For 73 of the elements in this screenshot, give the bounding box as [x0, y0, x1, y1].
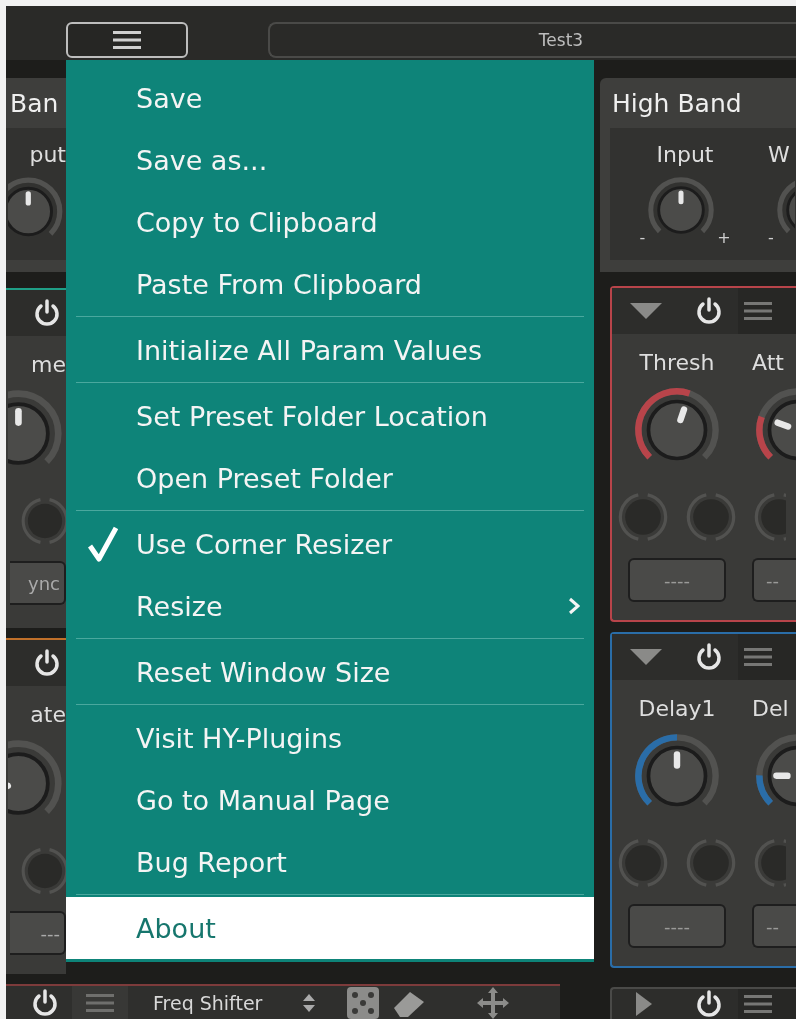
menu-icon [744, 647, 772, 667]
knob-label: Att [752, 350, 784, 376]
min-label: - [768, 230, 774, 246]
menu-item-label: Paste From Clipboard [136, 268, 422, 300]
menu-item[interactable]: Reset Window Size [66, 641, 594, 703]
menu-item-label: Visit HY-Plugins [136, 722, 343, 754]
menu-item-label: Reset Window Size [136, 656, 391, 688]
mod-button[interactable]: -- [752, 558, 796, 602]
mod-knob[interactable] [684, 836, 738, 890]
menu-item-label: Save [136, 82, 203, 114]
mod-knob[interactable] [19, 845, 66, 897]
menu-item[interactable]: Open Preset Folder [66, 447, 594, 509]
mod-knob[interactable] [684, 490, 738, 544]
power-icon[interactable] [694, 642, 724, 672]
knob-label: put [29, 142, 66, 168]
menu-item[interactable]: Save as... [66, 129, 594, 191]
power-icon[interactable] [32, 298, 62, 328]
menu-icon [113, 30, 141, 50]
menu-item-label: Resize [136, 590, 223, 622]
menu-icon [744, 301, 772, 321]
menu-item[interactable]: About [66, 897, 594, 959]
menu-item-label: Initialize All Param Values [136, 334, 482, 366]
menu-item-label: Use Corner Resizer [136, 528, 393, 560]
menu-item-label: Set Preset Folder Location [136, 400, 488, 432]
mod-button[interactable]: -- [752, 904, 796, 948]
max-label: + [717, 230, 731, 246]
menu-item[interactable]: Initialize All Param Values [66, 319, 594, 381]
menu-item[interactable]: Resize [66, 575, 594, 637]
menu-item[interactable]: Go to Manual Page [66, 769, 594, 831]
menu-item[interactable]: Save [66, 67, 594, 129]
knob-label: W [768, 142, 790, 168]
knob-label: Input [656, 142, 714, 168]
preset-name-field[interactable]: Test3 [268, 22, 796, 58]
power-icon[interactable] [30, 987, 60, 1018]
mod-button[interactable]: ync [10, 561, 66, 605]
mod-button[interactable]: ---- [628, 904, 726, 948]
menu-icon [744, 994, 772, 1014]
mod-knob[interactable] [616, 490, 670, 544]
mod-knob[interactable] [616, 836, 670, 890]
menu-icon [86, 992, 114, 1013]
menu-item-label: Copy to Clipboard [136, 206, 378, 238]
menu-item[interactable]: Use Corner Resizer [66, 513, 594, 575]
mod-knob[interactable] [752, 836, 786, 890]
mod-button[interactable]: --- [10, 911, 66, 955]
knob-label: Del [752, 696, 789, 722]
menu-button[interactable] [66, 22, 188, 58]
knob-label: Delay1 [638, 696, 716, 722]
power-icon[interactable] [32, 648, 62, 678]
module-selector[interactable]: Freq Shifter [153, 991, 263, 1014]
power-icon[interactable] [694, 296, 724, 326]
menu-item[interactable]: Bug Report [66, 831, 594, 893]
panel-title: High Band [611, 88, 742, 118]
mod-knob[interactable] [19, 495, 66, 547]
move-icon[interactable] [476, 985, 511, 1019]
menu-item-label: Bug Report [136, 846, 287, 878]
panel-title: Ban [9, 88, 59, 118]
menu-item-label: About [136, 912, 216, 944]
menu-item[interactable]: Set Preset Folder Location [66, 385, 594, 447]
min-label: - [639, 230, 646, 246]
menu-item[interactable]: Copy to Clipboard [66, 191, 594, 253]
mod-knob[interactable] [752, 490, 786, 544]
menu-item-label: Go to Manual Page [136, 784, 390, 816]
power-icon[interactable] [694, 989, 724, 1019]
menu-item[interactable]: Paste From Clipboard [66, 253, 594, 315]
dice-icon[interactable] [346, 985, 381, 1019]
mod-button[interactable]: ---- [628, 558, 726, 602]
menu-item[interactable]: Visit HY-Plugins [66, 707, 594, 769]
knob-label: me [31, 352, 66, 378]
knob-label: ate [30, 702, 66, 728]
knob-label: Thresh [639, 350, 715, 376]
menu-item-label: Save as... [136, 144, 268, 176]
menu-item-label: Open Preset Folder [136, 462, 393, 494]
up-down-icon[interactable] [302, 992, 317, 1013]
